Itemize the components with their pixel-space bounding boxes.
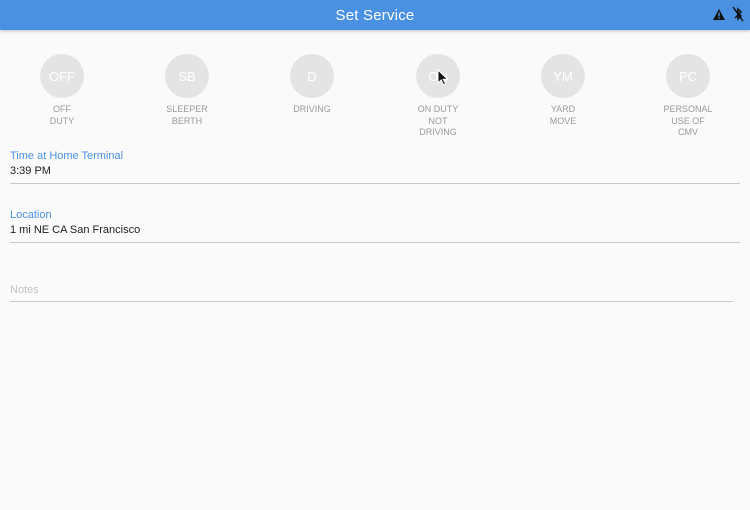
status-on-duty-label: ON DUTY NOT DRIVING [417, 104, 459, 137]
status-off-duty-circle[interactable]: OFF [40, 54, 84, 98]
time-field-value[interactable]: 3:39 PM [10, 164, 740, 183]
status-yard-move[interactable]: YM YARD MOVE [523, 54, 603, 127]
status-yard-move-label: YARD MOVE [549, 104, 577, 126]
time-field-label: Time at Home Terminal [10, 150, 124, 162]
status-driving[interactable]: D DRIVING [272, 54, 352, 116]
location-field-value[interactable]: 1 mi NE CA San Francisco [10, 223, 740, 242]
status-driving-circle[interactable]: D [290, 54, 334, 98]
warning-icon[interactable] [712, 8, 726, 21]
status-on-duty-not-driving[interactable]: ON ON DUTY NOT DRIVING [398, 54, 478, 139]
status-personal-use[interactable]: PC PERSONAL USE OF CMV [648, 54, 728, 139]
status-driving-label: DRIVING [293, 104, 331, 114]
notes-placeholder[interactable]: Notes [10, 284, 733, 301]
location-field[interactable]: Location 1 mi NE CA San Francisco [10, 209, 740, 243]
status-personal-use-label: PERSONAL USE OF CMV [663, 104, 713, 137]
bluetooth-off-icon[interactable] [732, 6, 744, 22]
header-status-icons [712, 6, 744, 22]
status-sleeper-berth-label: SLEEPER BERTH [166, 104, 208, 126]
status-sleeper-berth[interactable]: SB SLEEPER BERTH [147, 54, 227, 127]
status-off-duty-label: OFF DUTY [49, 104, 75, 126]
status-yard-move-circle[interactable]: YM [541, 54, 585, 98]
status-off-duty[interactable]: OFF OFF DUTY [22, 54, 102, 127]
duty-status-selector: OFF OFF DUTY SB SLEEPER BERTH D DRIVING … [0, 54, 750, 144]
notes-field[interactable]: Notes [10, 284, 733, 302]
app-header: Set Service [0, 0, 750, 30]
status-on-duty-circle[interactable]: ON [416, 54, 460, 98]
location-field-label: Location [10, 209, 52, 221]
time-field[interactable]: Time at Home Terminal 3:39 PM [10, 150, 740, 184]
status-personal-use-circle[interactable]: PC [666, 54, 710, 98]
page-title: Set Service [335, 6, 415, 24]
status-sleeper-berth-circle[interactable]: SB [165, 54, 209, 98]
